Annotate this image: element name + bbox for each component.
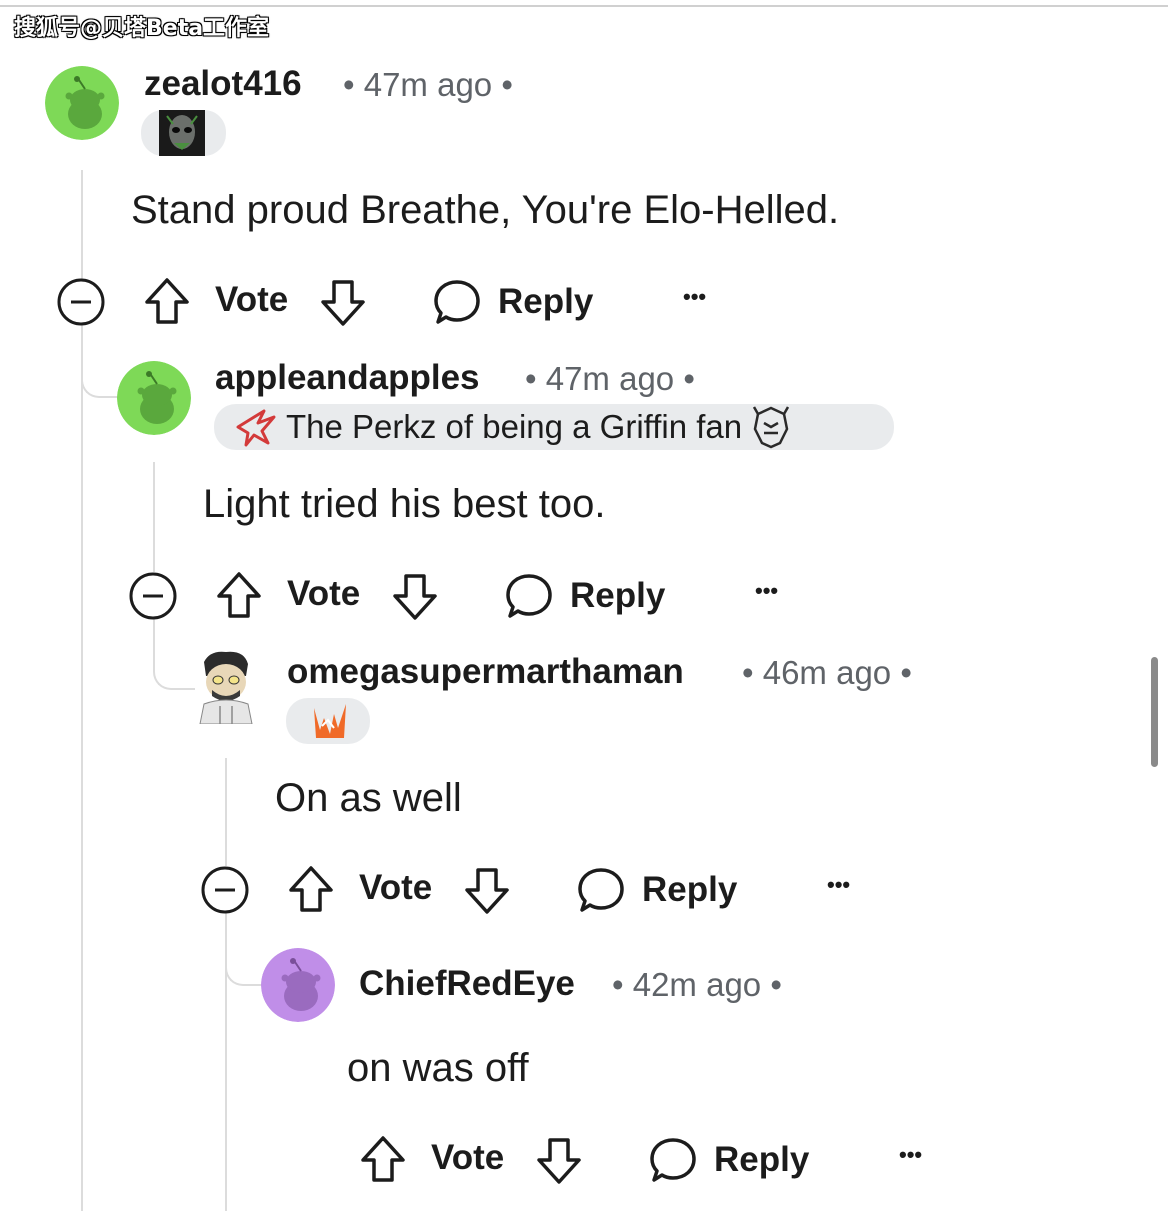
reply-button[interactable]: Reply [649, 1136, 809, 1184]
timestamp: • 46m ago • [742, 654, 912, 691]
avatar[interactable] [261, 948, 335, 1022]
top-divider [0, 5, 1168, 7]
reply-button[interactable]: Reply [433, 278, 593, 326]
user-flair[interactable] [286, 698, 370, 744]
collapse-icon[interactable] [201, 866, 249, 914]
collapse-icon[interactable] [57, 278, 105, 326]
watermark: 搜狐号@贝塔Beta工作室 [14, 16, 270, 41]
thread-line[interactable] [225, 758, 227, 866]
more-options-button[interactable]: ••• [755, 578, 778, 604]
avatar[interactable] [45, 66, 119, 140]
chat-bubble-icon [433, 278, 481, 326]
vote-count: Vote [359, 868, 433, 907]
mask-flair-icon [159, 110, 205, 156]
vote-count: Vote [215, 280, 289, 319]
comment-body: Light tried his best too. [203, 482, 606, 526]
more-options-button[interactable]: ••• [827, 872, 850, 898]
username[interactable]: omegasupermarthaman [287, 652, 684, 692]
chat-bubble-icon [577, 866, 625, 914]
thread-line[interactable] [81, 170, 83, 280]
upvote-icon[interactable] [287, 864, 335, 914]
username[interactable]: appleandapples [215, 358, 480, 398]
comment-body: Stand proud Breathe, You're Elo-Helled. [131, 188, 840, 232]
username[interactable]: ChiefRedEye [359, 964, 575, 1004]
more-options-button[interactable]: ••• [683, 284, 706, 310]
flair-text: The Perkz of being a Griffin fan [286, 408, 743, 445]
comment-actions: Vote Reply ••• [129, 570, 829, 620]
upvote-icon[interactable] [143, 276, 191, 326]
timestamp: • 47m ago • [343, 66, 513, 103]
downvote-icon[interactable] [391, 572, 439, 622]
reply-button[interactable]: Reply [505, 572, 665, 620]
scrollbar[interactable] [1151, 657, 1158, 767]
user-flair[interactable]: The Perkz of being a Griffin fan [214, 404, 894, 450]
chat-bubble-icon [649, 1136, 697, 1184]
upvote-icon[interactable] [359, 1134, 407, 1184]
orange-team-logo-icon [310, 700, 350, 742]
comment-actions: Vote Reply ••• [273, 1134, 973, 1184]
collapse-icon[interactable] [129, 572, 177, 620]
avatar[interactable] [117, 361, 191, 435]
thread-connector [81, 330, 119, 398]
comment-actions: Vote Reply ••• [57, 276, 757, 326]
thread-connector [153, 618, 195, 690]
thread-line[interactable] [81, 325, 83, 1211]
username[interactable]: zealot416 [144, 64, 302, 104]
user-flair[interactable] [141, 110, 226, 156]
comment-body: On as well [275, 776, 462, 820]
reply-button[interactable]: Reply [577, 866, 737, 914]
more-options-button[interactable]: ••• [899, 1142, 922, 1168]
g2-logo-icon [750, 405, 792, 449]
griffin-logo-icon [234, 407, 278, 447]
thread-connector [225, 912, 263, 986]
vote-count: Vote [431, 1138, 505, 1177]
chat-bubble-icon [505, 572, 553, 620]
timestamp: • 47m ago • [525, 360, 695, 397]
downvote-icon[interactable] [535, 1136, 583, 1186]
downvote-icon[interactable] [463, 866, 511, 916]
comment-body: on was off [347, 1046, 529, 1090]
upvote-icon[interactable] [215, 570, 263, 620]
thread-line[interactable] [153, 462, 155, 572]
avatar[interactable] [190, 648, 262, 724]
downvote-icon[interactable] [319, 278, 367, 328]
timestamp: • 42m ago • [612, 966, 782, 1003]
comment-actions: Vote Reply ••• [201, 864, 901, 914]
vote-count: Vote [287, 574, 361, 613]
